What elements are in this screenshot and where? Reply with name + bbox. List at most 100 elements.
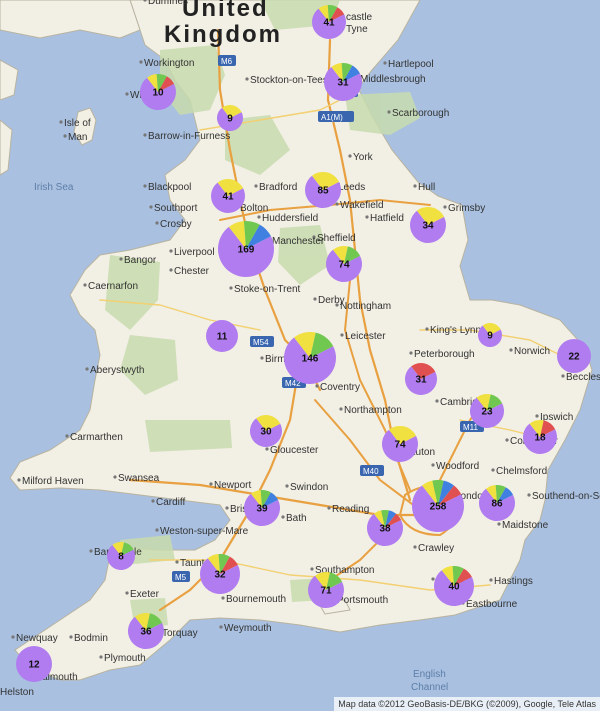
place-label-newquay: Newquay xyxy=(16,633,58,644)
place-label-hartlepool: Hartlepool xyxy=(388,59,434,70)
pie-marker-21[interactable]: 86 xyxy=(479,485,516,522)
country-label-line-2: Kingdom xyxy=(164,21,282,48)
place-dot-derby xyxy=(313,297,317,301)
place-dot-chelmsford xyxy=(491,468,495,472)
place-dot-weymouth xyxy=(219,625,223,629)
place-label-crosby: Crosby xyxy=(160,219,192,230)
place-dot-southport xyxy=(149,205,153,209)
place-label-newport: Newport xyxy=(214,480,251,491)
place-label-castle: castle xyxy=(346,12,373,23)
pie-marker-24[interactable]: 32 xyxy=(200,553,241,595)
pie-marker-9[interactable]: 74 xyxy=(326,245,363,283)
pie-marker-2[interactable]: 10 xyxy=(140,74,177,111)
pie-marker-1[interactable]: 41 xyxy=(312,5,347,39)
pie-marker-3[interactable]: 31 xyxy=(324,62,363,101)
place-dot-milford-haven xyxy=(17,478,21,482)
place-dot-norwich xyxy=(509,348,513,352)
sea-label-english-channel-2: Channel xyxy=(411,682,448,693)
park-brecon-beacons xyxy=(145,420,232,452)
pie-marker-15[interactable]: 23 xyxy=(470,394,505,428)
place-label-workington: Workington xyxy=(144,58,194,69)
pie-marker-25[interactable]: 71 xyxy=(308,571,345,609)
pie-marker-13-count: 22 xyxy=(568,352,580,363)
place-dot-hastings xyxy=(489,578,493,582)
pie-marker-13[interactable]: 22 xyxy=(557,339,591,373)
place-label-manchester: Manchester xyxy=(272,236,325,247)
place-label-nottingham: Nottingham xyxy=(340,301,391,312)
place-dot-man xyxy=(63,134,67,138)
place-dot-bath xyxy=(281,515,285,519)
place-dot-newport xyxy=(209,482,213,486)
place-label-milford-haven: Milford Haven xyxy=(22,476,84,487)
place-dot-swansea xyxy=(113,475,117,479)
pie-marker-19[interactable]: 39 xyxy=(244,490,281,527)
sea-label-irish-sea: Irish Sea xyxy=(34,182,74,193)
pie-marker-10[interactable]: 11 xyxy=(206,320,238,352)
place-label-scarborough: Scarborough xyxy=(392,108,449,119)
pie-marker-23-count: 8 xyxy=(118,552,124,563)
pie-marker-6-count: 85 xyxy=(317,186,329,197)
pie-marker-12[interactable]: 9 xyxy=(478,323,503,348)
place-dot-bournemouth xyxy=(221,596,225,600)
place-dot-leicester xyxy=(340,333,344,337)
pie-marker-22-count: 38 xyxy=(379,524,391,535)
place-dot-maidstone xyxy=(497,522,501,526)
pie-marker-18[interactable]: 18 xyxy=(523,420,558,454)
place-dot-barrow-in-furness xyxy=(143,133,147,137)
pie-marker-4[interactable]: 9 xyxy=(216,105,243,132)
pie-marker-11[interactable]: 146 xyxy=(284,332,337,384)
pie-marker-7[interactable]: 34 xyxy=(410,207,447,244)
place-label-grimsby: Grimsby xyxy=(448,203,485,214)
pie-marker-26[interactable]: 40 xyxy=(434,565,475,607)
place-label-hull: Hull xyxy=(418,182,435,193)
pie-marker-28[interactable]: 12 xyxy=(16,646,52,682)
pie-marker-3-count: 31 xyxy=(337,78,349,89)
pie-marker-1-count: 41 xyxy=(323,18,335,29)
pie-marker-23[interactable]: 8 xyxy=(106,542,135,571)
pie-marker-7-count: 34 xyxy=(422,221,434,232)
map-view[interactable]: Irish Sea English Channel United Kingdom… xyxy=(0,0,600,711)
place-label-isle-of: Isle of xyxy=(64,118,91,129)
road-label-a1-m: A1(M) xyxy=(321,113,343,122)
pie-marker-20[interactable]: 258 xyxy=(412,480,465,532)
pie-marker-16[interactable]: 30 xyxy=(250,414,283,447)
place-label-dumfries: Dumfries xyxy=(148,0,188,7)
place-dot-nottingham xyxy=(335,303,339,307)
place-dot-carmarthen xyxy=(65,434,69,438)
pie-marker-22[interactable]: 38 xyxy=(367,509,404,547)
pie-marker-27[interactable]: 36 xyxy=(128,612,165,650)
place-dot-isle-of xyxy=(59,120,63,124)
pie-marker-19-count: 39 xyxy=(256,504,268,515)
place-dot-coventry xyxy=(315,384,319,388)
road-label-m11: M11 xyxy=(463,423,479,432)
place-label-southport: Southport xyxy=(154,203,198,214)
pie-marker-6[interactable]: 85 xyxy=(305,172,342,209)
place-dot-plymouth xyxy=(99,655,103,659)
place-dot-aberystwyth xyxy=(85,367,89,371)
place-dot-liverpool xyxy=(169,249,173,253)
place-label-weston-super-mare: Weston-super-Mare xyxy=(160,526,249,537)
place-dot-newquay xyxy=(11,635,15,639)
place-dot-hull xyxy=(413,184,417,188)
road-label-m54: M54 xyxy=(253,338,269,347)
place-label-huddersfield: Huddersfield xyxy=(262,213,318,224)
pie-marker-8[interactable]: 169 xyxy=(218,221,275,278)
place-label-caernarfon: Caernarfon xyxy=(88,281,138,292)
place-dot-southampton xyxy=(310,567,314,571)
place-dot-exeter xyxy=(125,591,129,595)
place-label-woodford: Woodford xyxy=(436,461,479,472)
place-label-hatfield: Hatfield xyxy=(370,213,404,224)
place-label-eastbourne: Eastbourne xyxy=(466,599,518,610)
place-dot-barnstaple xyxy=(89,549,93,553)
land-northern-ireland xyxy=(0,59,19,101)
map-canvas[interactable]: Irish Sea English Channel United Kingdom… xyxy=(0,0,600,711)
pie-marker-14[interactable]: 31 xyxy=(405,362,438,395)
place-dot-gloucester xyxy=(265,447,269,451)
place-label-bangor: Bangor xyxy=(124,255,157,266)
place-dot-stoke-on-trent xyxy=(229,286,233,290)
place-dot-bradford xyxy=(254,184,258,188)
pie-marker-17[interactable]: 74 xyxy=(382,426,419,463)
place-label-swansea: Swansea xyxy=(118,473,160,484)
place-label-chelmsford: Chelmsford xyxy=(496,466,547,477)
pie-marker-5[interactable]: 41 xyxy=(211,178,246,213)
